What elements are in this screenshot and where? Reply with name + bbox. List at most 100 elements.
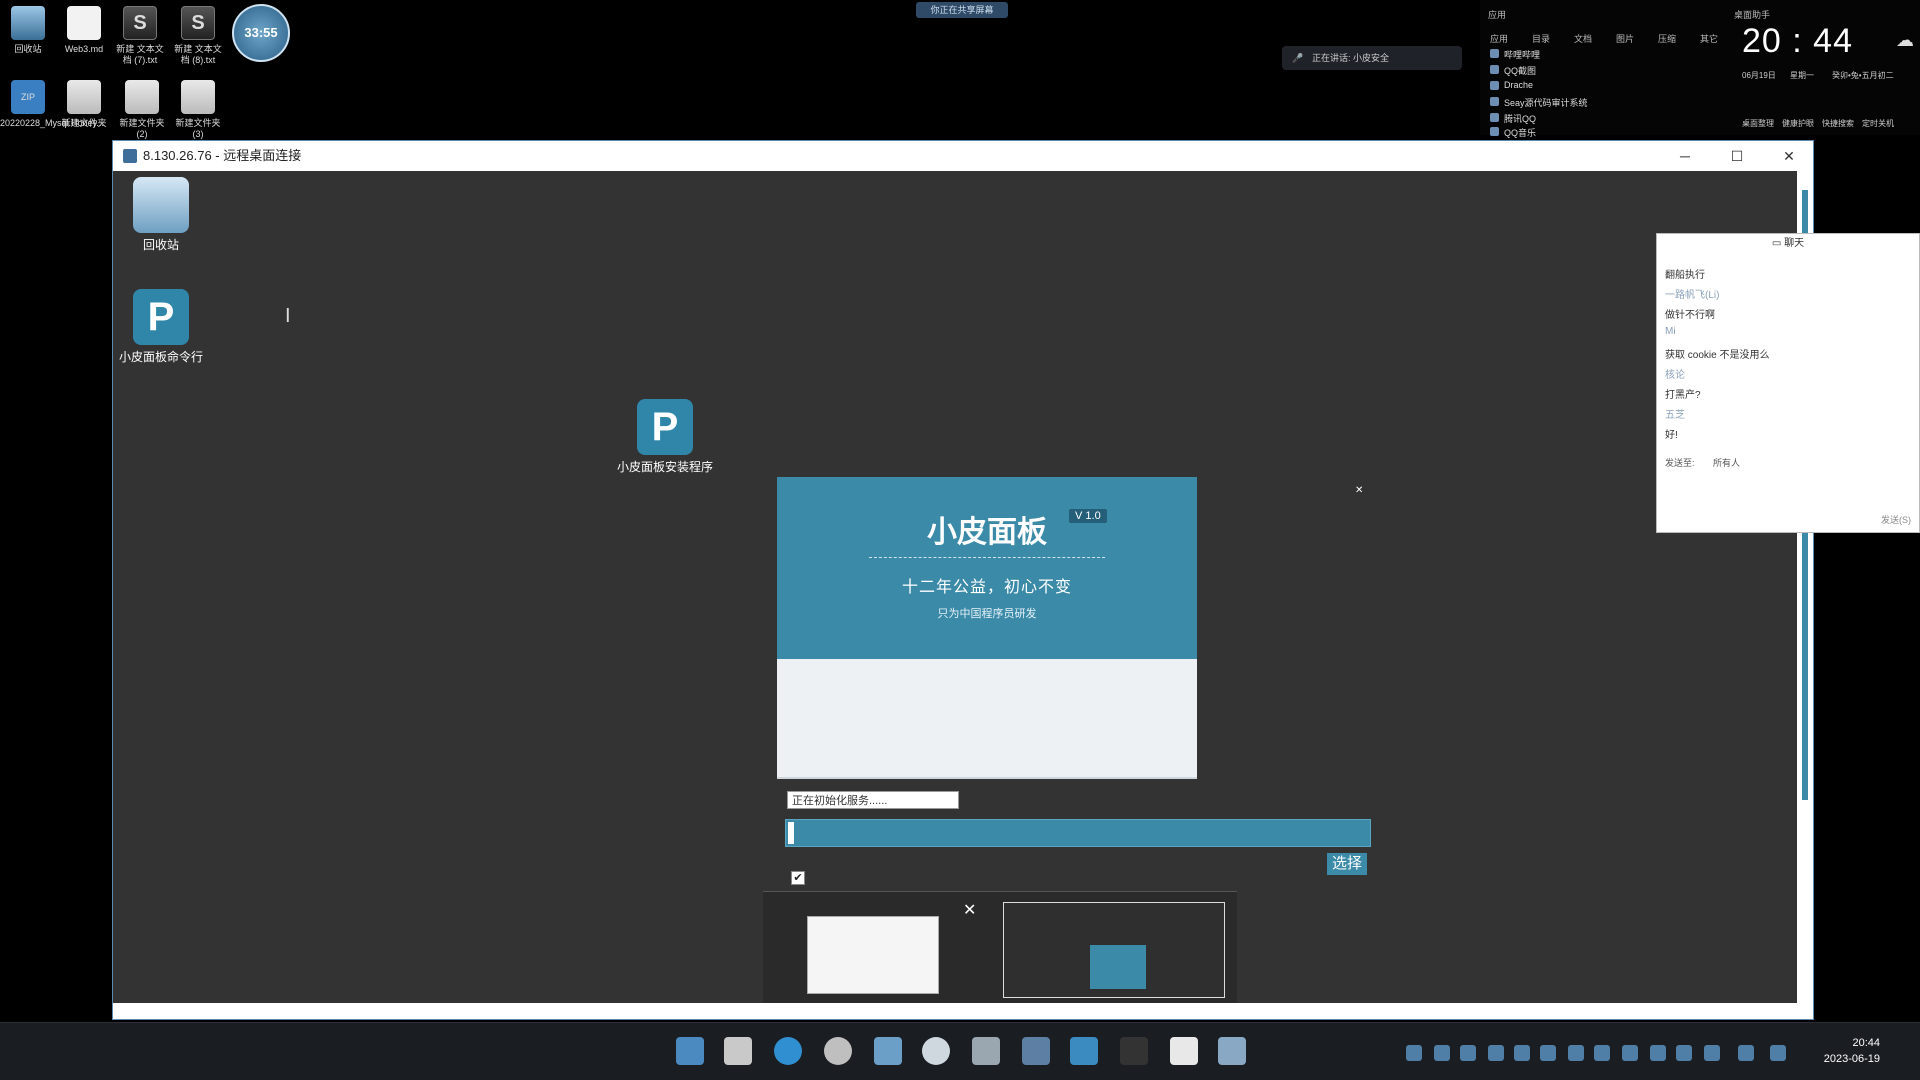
remote-icon-label: 回收站 <box>142 238 179 252</box>
taskbar-date: 2023-06-19 <box>1823 1053 1880 1065</box>
maximize-button[interactable]: ☐ <box>1711 141 1763 171</box>
folder-icon <box>67 80 101 114</box>
host-icon-zip[interactable]: ZIP 20220228_Mysql.Honey... <box>0 80 104 129</box>
host-icon-folder-1[interactable]: 新建文件夹 <box>56 80 112 129</box>
volume-icon[interactable] <box>1770 1045 1786 1061</box>
minimize-button[interactable]: ─ <box>1659 141 1711 171</box>
widget-tool[interactable]: 健康护眼 <box>1782 118 1814 129</box>
tray-icon[interactable] <box>1488 1045 1504 1061</box>
widget-tool[interactable]: 桌面整理 <box>1742 118 1774 129</box>
tray-icon[interactable] <box>1568 1045 1584 1061</box>
widget-tab[interactable]: 图片 <box>1616 32 1634 45</box>
network-icon[interactable] <box>1738 1045 1754 1061</box>
xp-panel-icon: P <box>637 399 693 455</box>
remote-icon-recycle-bin[interactable]: 回收站 <box>113 177 209 253</box>
chat-message: 做针不行啊 <box>1665 310 1715 321</box>
widget-tab[interactable]: 文档 <box>1574 32 1592 45</box>
zip-icon: ZIP <box>11 80 45 114</box>
install-status: 正在初始化服务...... <box>787 791 959 809</box>
tray-icon[interactable] <box>1676 1045 1692 1061</box>
send-to-select[interactable]: 所有人 <box>1713 458 1740 468</box>
install-progress-bar <box>785 819 1371 847</box>
tray-icon[interactable] <box>1514 1045 1530 1061</box>
folder-icon <box>125 80 159 114</box>
chat-icon: ▭ <box>1771 238 1785 249</box>
close-x-icon[interactable]: ✕ <box>1355 485 1363 496</box>
chat-message: 一路帆飞(Li) <box>1665 290 1720 301</box>
app-icon[interactable] <box>1218 1037 1246 1065</box>
tray-icon[interactable] <box>1622 1045 1638 1061</box>
tray-icon[interactable] <box>1650 1045 1666 1061</box>
tray-icon[interactable] <box>1540 1045 1556 1061</box>
xp-panel-icon: P <box>133 289 189 345</box>
widget-lunar: 癸卯•兔•五月初二 <box>1832 71 1894 80</box>
tray-icon[interactable] <box>1460 1045 1476 1061</box>
widget-tab[interactable]: 其它 <box>1700 32 1718 45</box>
voice-status-bar: 🎤 正在讲话: 小皮安全 <box>1282 46 1462 70</box>
host-icon-folder-3[interactable]: 新建文件夹 (3) <box>170 80 226 140</box>
document-icon <box>67 6 101 40</box>
remote-desktop-area[interactable]: 回收站 P 小皮面板命令行 I P 小皮面板安装程序 小皮面板 V 1.0 十二… <box>113 171 1797 1003</box>
microphone-icon[interactable] <box>1704 1045 1720 1061</box>
preview-thumbnail-1[interactable] <box>807 916 939 994</box>
remote-icon-xp-cli[interactable]: P 小皮面板命令行 <box>113 289 209 365</box>
edge-icon[interactable] <box>774 1037 802 1065</box>
host-icon-text-7[interactable]: S 新建 文本文档 (7).txt <box>112 6 168 66</box>
screen-share-banner[interactable]: 你正在共享屏幕 <box>916 2 1008 18</box>
host-icon-label: 新建文件夹 <box>61 118 107 128</box>
widget-app-item[interactable]: QQ截图 <box>1489 64 1536 77</box>
widget-weekday: 星期一 <box>1790 71 1814 80</box>
qq-icon[interactable] <box>922 1037 950 1065</box>
preview-thumbnail-2[interactable] <box>1003 902 1225 998</box>
remote-desktop-icon[interactable] <box>874 1037 902 1065</box>
tray-icon[interactable] <box>1594 1045 1610 1061</box>
installer-header: 小皮面板 V 1.0 十二年公益，初心不变 只为中国程序员研发 <box>777 477 1197 659</box>
widget-app-item[interactable]: Seay源代码审计系统 <box>1490 96 1588 109</box>
widget-app-item[interactable]: 哔哩哔哩 <box>1489 48 1540 61</box>
host-icon-web3-md[interactable]: Web3.md <box>56 6 112 55</box>
app-icon[interactable] <box>1022 1037 1050 1065</box>
taskbar-preview[interactable]: ✕ <box>763 891 1237 1003</box>
widget-tab[interactable]: 目录 <box>1532 32 1550 45</box>
host-icon-folder-2[interactable]: 新建文件夹 (2) <box>114 80 170 140</box>
chat-message: 核论 <box>1665 370 1685 381</box>
close-button[interactable]: ✕ <box>1763 141 1815 171</box>
widget-tab[interactable]: 应用 <box>1490 32 1508 45</box>
widget-apps-title: 应用 <box>1488 10 1507 20</box>
tray-icon[interactable] <box>1434 1045 1450 1061</box>
widget-app-item[interactable]: Drache <box>1489 80 1533 90</box>
chat-message: 获取 cookie 不是没用么 <box>1665 350 1770 361</box>
timer-badge[interactable]: 33:55 <box>232 4 290 62</box>
agree-checkbox[interactable]: ✔ <box>791 871 805 885</box>
widget-tool[interactable]: 快捷搜索 <box>1822 118 1854 129</box>
weather-icon: ☁ <box>1896 30 1914 50</box>
widget-tab[interactable]: 压缩 <box>1658 32 1676 45</box>
app-icon[interactable] <box>1120 1037 1148 1065</box>
folder-icon <box>181 80 215 114</box>
remote-icon-xp-installer[interactable]: P 小皮面板安装程序 <box>617 399 713 475</box>
chat-title-text: 聊天 <box>1784 238 1805 249</box>
widget-app-item[interactable]: 腾讯QQ <box>1489 112 1536 125</box>
host-icon-label: 20220228_Mysql.Honey... <box>0 118 104 128</box>
close-icon[interactable]: ✕ <box>963 900 976 920</box>
taskbar: 20:44 2023-06-19 <box>0 1022 1920 1080</box>
widget-app-item[interactable]: QQ音乐 <box>1489 126 1536 139</box>
notepad-icon[interactable] <box>1170 1037 1198 1065</box>
host-icon-recycle-bin[interactable]: 回收站 <box>0 6 56 55</box>
taskbar-clock[interactable]: 20:44 2023-06-19 <box>1800 1035 1880 1067</box>
file-explorer-icon[interactable] <box>724 1037 752 1065</box>
app-icon[interactable] <box>1070 1037 1098 1065</box>
app-icon[interactable] <box>972 1037 1000 1065</box>
chat-title[interactable]: ▭ 聊天 <box>1657 234 1919 254</box>
choose-button[interactable]: 选择 <box>1327 853 1367 875</box>
host-icon-label: 新建 文本文档 (8).txt <box>174 44 222 65</box>
text-file-icon: S <box>123 6 157 40</box>
tray-icon[interactable] <box>1406 1045 1422 1061</box>
browser-icon[interactable] <box>824 1037 852 1065</box>
host-icon-text-8[interactable]: S 新建 文本文档 (8).txt <box>170 6 226 66</box>
desktop-widget: 应用 应用 目录 文档 图片 压缩 其它 哔哩哔哩 QQ截图 Drache Se… <box>1480 0 1920 138</box>
rdp-titlebar[interactable]: 8.130.26.76 - 远程桌面连接 ─ ☐ ✕ <box>113 141 1813 171</box>
chat-send-button[interactable]: 发送(S) <box>1881 513 1911 526</box>
start-icon[interactable] <box>676 1037 704 1065</box>
widget-tool[interactable]: 定时关机 <box>1862 118 1894 129</box>
